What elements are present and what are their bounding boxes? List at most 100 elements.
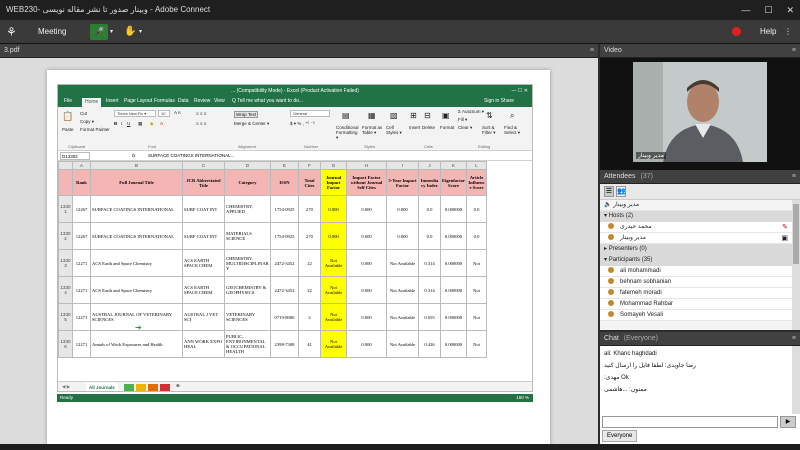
send-message-button[interactable]: ▶ xyxy=(780,416,796,428)
zoom-level: 160 % xyxy=(516,395,529,400)
status-dropdown-icon[interactable]: ▾ xyxy=(139,20,142,44)
help-menu[interactable]: Help xyxy=(760,20,776,44)
hosts-group[interactable]: ▾ Hosts (2) xyxy=(600,211,792,222)
participants-group[interactable]: ▾ Participants (35) xyxy=(600,255,792,266)
table-cell: 0.000 xyxy=(346,330,387,358)
column-letter: E xyxy=(270,161,299,170)
table-cell: 0.000 xyxy=(320,222,347,250)
table-cell: 22 xyxy=(298,249,321,277)
table-cell: 2 xyxy=(298,303,321,331)
attendees-scroll-thumb[interactable] xyxy=(793,204,799,264)
chat-input[interactable] xyxy=(602,416,778,428)
excel-title-bar: ... (Compatibility Mode) - Excel (Produc… xyxy=(58,85,532,97)
attendee-name: behnam sobhanian xyxy=(620,279,672,285)
meeting-menu[interactable]: Meeting xyxy=(38,20,66,44)
table-cell: Not Available xyxy=(386,249,419,277)
microphone-dropdown-icon[interactable]: ▾ xyxy=(110,20,113,44)
document-viewer[interactable]: ... (Compatibility Mode) - Excel (Produc… xyxy=(0,58,598,444)
chat-tab-everyone[interactable]: Everyone xyxy=(602,430,638,442)
attendee-row[interactable]: behnam sobhanian xyxy=(600,277,792,288)
minimize-button[interactable]: — xyxy=(741,0,750,20)
microphone-icon[interactable]: 🎤 xyxy=(90,24,108,40)
attendee-row[interactable]: مدیر وبینار ▣ xyxy=(600,233,792,244)
list-view-icon[interactable]: ☰ xyxy=(604,186,614,197)
table-cell: 12271 xyxy=(72,303,91,331)
table-cell: ACS EARTH SPACE CHEM xyxy=(182,249,225,277)
attendee-row[interactable]: محمد حیدری ✎ xyxy=(600,222,792,233)
webcam-feed[interactable] xyxy=(633,62,767,162)
attendee-name: مدیر وبینار xyxy=(620,235,646,241)
participant-icon xyxy=(608,267,614,274)
table-cell: 0.000000 xyxy=(440,276,467,304)
group-styles: Styles xyxy=(364,144,375,149)
format-as-table-icon: ▦ xyxy=(368,111,376,120)
attendee-row[interactable]: Mohammad Rahbar xyxy=(600,299,792,310)
maximize-button[interactable]: ☐ xyxy=(764,0,772,20)
table-header-cell: Rank xyxy=(72,169,91,196)
table-header-cell: 5-Year Impact Factor xyxy=(386,169,419,196)
more-icon[interactable]: ⋮ xyxy=(784,20,792,44)
autosum-label: Σ AutoSum ▾ xyxy=(458,109,485,114)
row-number: 13301 xyxy=(58,195,73,223)
merge-center-label: Merge & Center ▾ xyxy=(234,121,270,126)
table-cell: 0.000 xyxy=(386,222,419,250)
presenters-group[interactable]: ▸ Presenters (0) xyxy=(600,244,792,255)
sheet-tab-q3 xyxy=(148,384,158,391)
table-cell: 12267 xyxy=(72,195,91,223)
ribbon-tab-view: View xyxy=(214,98,225,104)
table-cell: 0.426 xyxy=(418,330,441,358)
table-row: 13303 12271 ACS Earth and Space Chemistry A… xyxy=(58,249,487,277)
table-header-cell: Journal Impact Factor xyxy=(320,169,347,196)
column-letter: B xyxy=(90,161,183,170)
table-cell: Not xyxy=(466,249,487,277)
table-cell: GEOCHEMISTRY & GEOPHYSICS xyxy=(224,276,271,304)
table-cell: 0.0 xyxy=(418,222,441,250)
chat-scrollbar[interactable] xyxy=(792,346,800,414)
attendee-row[interactable]: ali mohammadi xyxy=(600,266,792,277)
excel-window-controls: — ☐ ✕ xyxy=(511,88,528,94)
attendee-list[interactable]: 🔈 مدیر وبینار ▾ Hosts (2) محمد حیدری ✎ مد… xyxy=(600,200,792,330)
close-button[interactable]: ✕ xyxy=(786,0,794,20)
attendee-name: fatemeh moradi xyxy=(620,290,662,296)
group-cells: Cells xyxy=(424,144,433,149)
menu-bar: ⚘ Meeting 🎤 ▾ ✋ ▾ Help ⋮ xyxy=(0,20,800,44)
add-sheet-icon: ⊕ xyxy=(176,383,180,388)
share-pod-header: 3.pdf ≡ xyxy=(0,44,598,58)
chat-pod: Chat (Everyone) ≡ ali: Khanc haghdadi رض… xyxy=(600,332,800,444)
table-cell: Annals of Work Exposures and Health xyxy=(90,330,183,358)
hosts-group-label: Hosts (2) xyxy=(608,213,634,219)
record-indicator-icon[interactable] xyxy=(732,20,741,44)
table-cell: 0.0 xyxy=(466,195,487,223)
table-cell: 0.000 xyxy=(346,195,387,223)
table-cell: 270 xyxy=(298,222,321,250)
share-pod-menu-icon[interactable]: ≡ xyxy=(590,44,594,58)
attendees-scrollbar[interactable] xyxy=(792,200,800,330)
table-cell: 0.000000 xyxy=(440,222,467,250)
table-header-row: Rank Full Journal Title JCR Abbreviated Ti… xyxy=(58,169,487,196)
raise-hand-icon[interactable]: ✋ xyxy=(124,20,136,44)
active-speakers: 🔈 مدیر وبینار xyxy=(600,200,792,211)
format-as-table-label: Format as Table ▾ xyxy=(362,125,383,135)
row-number: 13305 xyxy=(58,303,73,331)
cell-styles-icon: ▧ xyxy=(390,111,398,120)
attendee-name: Mohammad Rahbar xyxy=(620,301,674,307)
attendee-group-icon[interactable]: 👥 xyxy=(616,186,626,197)
table-cell: 0.0 xyxy=(418,195,441,223)
attendee-row[interactable]: Somayeh Vesali xyxy=(600,310,792,321)
presenter-video-icon xyxy=(633,62,767,162)
chat-message: ممنون: ...هاشمی xyxy=(604,387,647,393)
attendee-row[interactable]: fatemeh moradi xyxy=(600,288,792,299)
copy-label: Copy ▾ xyxy=(80,119,95,124)
group-clipboard: Clipboard xyxy=(68,144,86,149)
table-cell: Not Available xyxy=(386,330,419,358)
table-cell: PUBLIC, ENVIRONMENTAL & OCCUPATIONAL HEA… xyxy=(224,330,271,358)
chat-pod-menu-icon[interactable]: ≡ xyxy=(792,332,796,346)
find-select-icon: ⌕ xyxy=(510,111,515,120)
attendees-pod-menu-icon[interactable]: ≡ xyxy=(792,170,796,184)
attendees-pod-title: Attendees xyxy=(604,173,636,180)
column-letter: D xyxy=(224,161,271,170)
formula-content: SURFACE COATINGS INTERNATIONAL... xyxy=(148,153,235,158)
table-cell: Not Available xyxy=(320,249,347,277)
video-pod-menu-icon[interactable]: ≡ xyxy=(792,44,796,58)
group-alignment: Alignment xyxy=(238,144,256,149)
